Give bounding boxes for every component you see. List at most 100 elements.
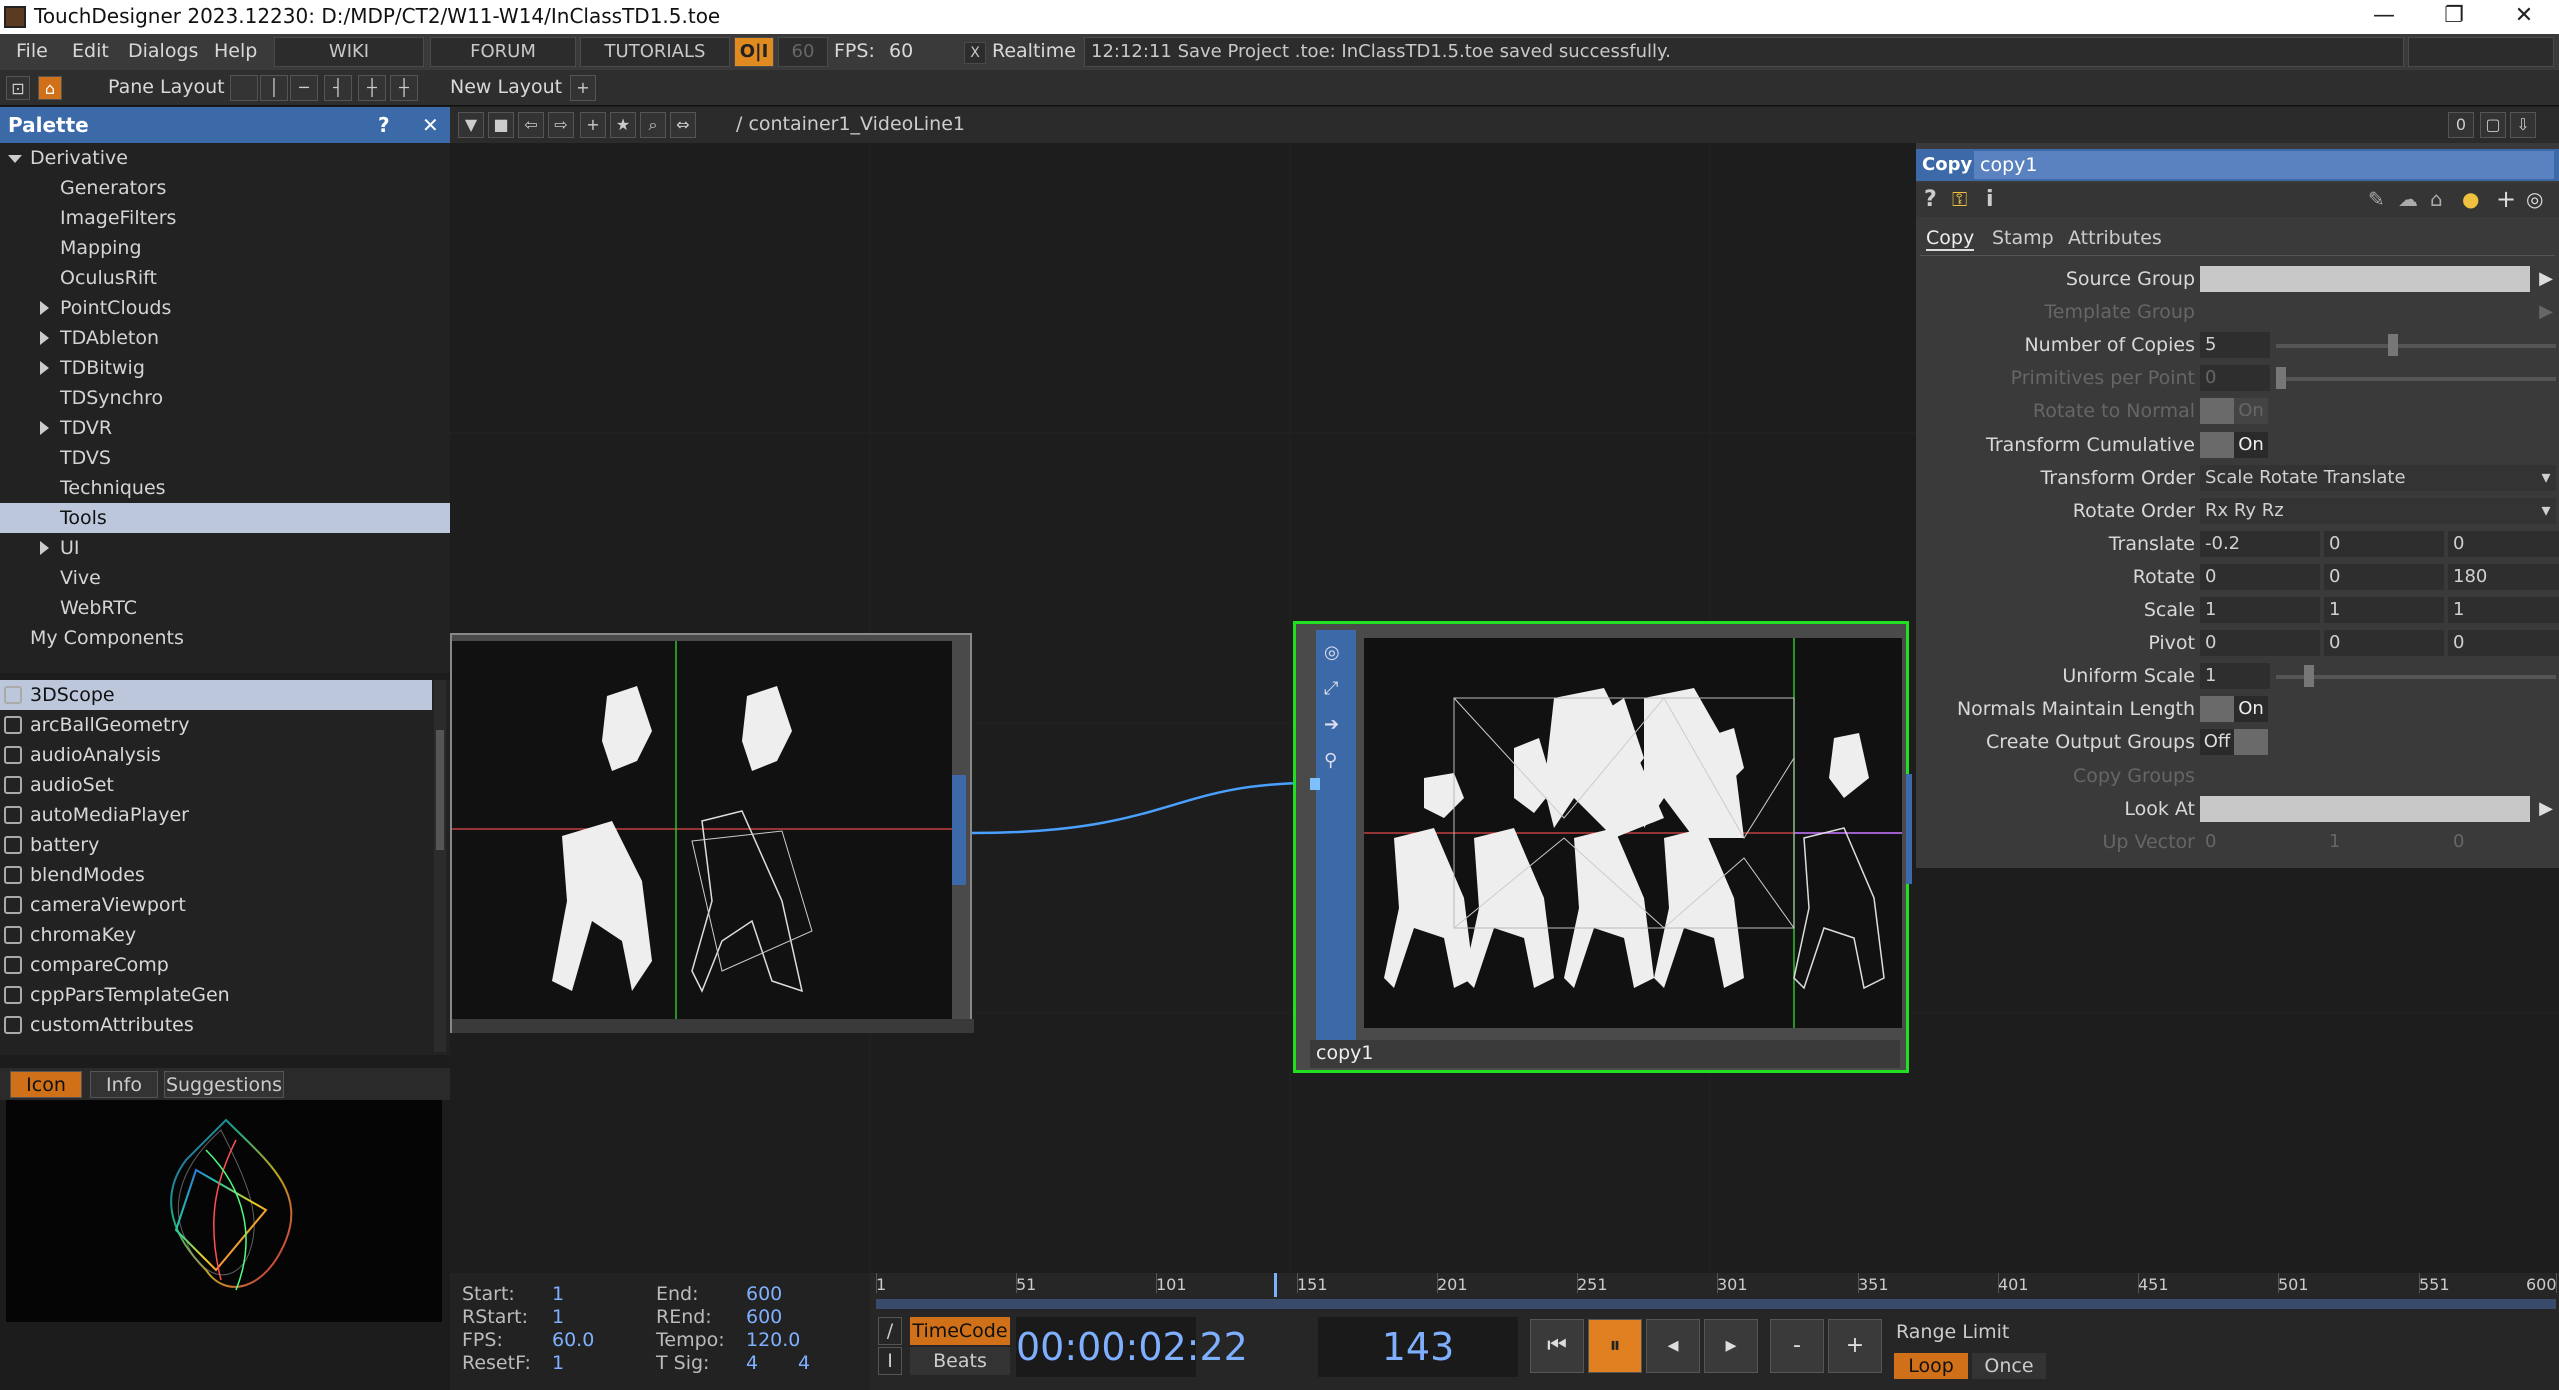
forum-button[interactable]: FORUM xyxy=(430,37,576,67)
end-value[interactable]: 600 xyxy=(746,1283,782,1305)
palette-close-button[interactable]: ✕ xyxy=(422,113,439,137)
once-button[interactable]: Once xyxy=(1972,1353,2046,1379)
palette-tree-item[interactable]: WebRTC xyxy=(0,593,450,623)
component-list-item[interactable]: blendModes xyxy=(0,860,432,890)
component-list-item[interactable]: audioSet xyxy=(0,770,432,800)
timecode-display[interactable]: 00:00:02:22 xyxy=(1016,1317,1248,1377)
palette-tree-item[interactable]: Generators xyxy=(0,173,450,203)
play-arrow-icon[interactable]: ▶ xyxy=(2536,299,2556,325)
param-field[interactable] xyxy=(2200,299,2530,325)
layout-quad2-icon[interactable]: ┼ xyxy=(390,75,418,101)
step-back-button[interactable]: ◂ xyxy=(1646,1319,1700,1373)
copy1-node[interactable]: ◎ ⤢ ➔ ⚲ copy1 xyxy=(1293,621,1912,1073)
layout-split-h-icon[interactable]: ─ xyxy=(290,75,318,101)
palette-tree-item[interactable]: Derivative xyxy=(0,143,450,173)
slider-track[interactable] xyxy=(2276,377,2556,381)
toggle-label[interactable]: On xyxy=(2234,696,2268,722)
new-layout-label[interactable]: New Layout xyxy=(450,76,562,98)
add-op-icon[interactable]: + xyxy=(580,112,606,138)
param-xyz-value[interactable]: 1 xyxy=(2200,597,2320,623)
layout-split-v-icon[interactable]: │ xyxy=(260,75,288,101)
comment-icon[interactable]: ☁ xyxy=(2398,187,2418,211)
tab-suggestions[interactable]: Suggestions xyxy=(164,1071,284,1098)
collapse-pane-icon[interactable]: ⇩ xyxy=(2510,112,2536,138)
tab-attributes[interactable]: Attributes xyxy=(2068,227,2162,249)
tab-copy[interactable]: Copy xyxy=(1926,227,1975,251)
palette-help-button[interactable]: ? xyxy=(378,113,390,137)
component-list-item[interactable]: battery xyxy=(0,830,432,860)
chevron-right-icon[interactable] xyxy=(40,331,49,345)
timeline-ruler[interactable]: 1 51 101 151 201 251 301 351 401 451 501 551 600 xyxy=(872,1273,2559,1313)
layout-quad-icon[interactable]: ┼ xyxy=(358,75,386,101)
toggle-label[interactable]: Off xyxy=(2200,729,2234,755)
palette-tree-item[interactable]: Techniques xyxy=(0,473,450,503)
component-list-item[interactable]: customAttributes xyxy=(0,1010,432,1040)
help-icon[interactable]: ? xyxy=(1924,187,1937,212)
start-value[interactable]: 1 xyxy=(552,1283,564,1305)
slower-button[interactable]: - xyxy=(1770,1319,1824,1373)
rewind-button[interactable]: ⏮ xyxy=(1530,1319,1584,1373)
stop-icon[interactable]: ■ xyxy=(488,112,514,138)
param-xyz-value[interactable]: 0 xyxy=(2200,630,2320,656)
forward-icon[interactable]: ⇨ xyxy=(548,112,574,138)
palette-tree-item[interactable]: TDSynchro xyxy=(0,383,450,413)
chevron-down-icon[interactable]: ▾ xyxy=(2536,465,2556,491)
maximize-pane-icon[interactable]: ▢ xyxy=(2480,112,2506,138)
display-flag-icon[interactable]: ➔ xyxy=(1324,714,1339,735)
loop-button[interactable]: Loop xyxy=(1894,1353,1968,1379)
tab-stamp[interactable]: Stamp xyxy=(1992,227,2054,249)
tsig-value-2[interactable]: 4 xyxy=(798,1352,810,1374)
slider-knob[interactable] xyxy=(2276,367,2286,389)
palette-tree-item[interactable]: OculusRift xyxy=(0,263,450,293)
tab-icon[interactable]: Icon xyxy=(10,1071,82,1098)
chevron-right-icon[interactable] xyxy=(40,541,49,555)
param-xyz-value[interactable]: 0 xyxy=(2324,531,2444,557)
realtime-checkbox[interactable]: X xyxy=(964,42,986,64)
component-list-item[interactable]: autoMediaPlayer xyxy=(0,800,432,830)
network-path[interactable]: / container1_VideoLine1 xyxy=(736,113,965,135)
param-xyz-value[interactable]: 180 xyxy=(2448,564,2559,590)
chevron-right-icon[interactable] xyxy=(40,361,49,375)
play-arrow-icon[interactable]: ▶ xyxy=(2536,796,2556,822)
param-xyz-value[interactable]: 0 xyxy=(2200,564,2320,590)
component-list-item[interactable]: compareComp xyxy=(0,950,432,980)
component-list-item[interactable]: cppParsTemplateGen xyxy=(0,980,432,1010)
bypass-icon[interactable]: ⤢ xyxy=(1324,678,1338,699)
component-list-item[interactable]: cameraViewport xyxy=(0,890,432,920)
palette-tree-item[interactable]: UI xyxy=(0,533,450,563)
palette-tree-item[interactable]: My Components xyxy=(0,623,450,653)
slider-knob[interactable] xyxy=(2388,334,2398,356)
network-menu-icon[interactable]: ▼ xyxy=(458,112,484,138)
palette-tree-item[interactable]: Vive xyxy=(0,563,450,593)
play-arrow-icon[interactable]: ▶ xyxy=(2536,266,2556,292)
rend-value[interactable]: 600 xyxy=(746,1306,782,1328)
bookmark-icon[interactable]: ★ xyxy=(610,112,636,138)
op-name-field[interactable]: copy1 xyxy=(1974,151,2554,179)
menu-edit[interactable]: Edit xyxy=(72,40,109,62)
param-menu[interactable]: Rx Ry Rz xyxy=(2200,498,2556,524)
menu-help[interactable]: Help xyxy=(214,40,257,62)
wiki-button[interactable]: WIKI xyxy=(274,37,424,67)
slider-knob[interactable] xyxy=(2304,665,2314,687)
palette-tree-item[interactable]: ImageFilters xyxy=(0,203,450,233)
param-xyz-value[interactable]: 0 xyxy=(2448,531,2559,557)
add-param-icon[interactable]: + xyxy=(2496,185,2516,213)
oi-toggle[interactable]: O|I xyxy=(734,37,774,67)
tag-icon[interactable]: ⌂ xyxy=(2430,187,2443,211)
info-icon[interactable]: i xyxy=(1986,187,1994,212)
restore-button[interactable]: ❐ xyxy=(2419,0,2489,34)
python-help-icon[interactable]: ⚿ xyxy=(1952,187,1967,211)
chevron-right-icon[interactable] xyxy=(40,421,49,435)
tutorials-button[interactable]: TUTORIALS xyxy=(580,37,730,67)
param-value[interactable]: 5 xyxy=(2200,332,2270,358)
param-value[interactable]: 0 xyxy=(2200,365,2270,391)
chevron-right-icon[interactable] xyxy=(40,301,49,315)
menu-dialogs[interactable]: Dialogs xyxy=(128,40,198,62)
palette-tree-item[interactable]: PointClouds xyxy=(0,293,450,323)
tab-info[interactable]: Info xyxy=(90,1071,158,1098)
resetf-value[interactable]: 1 xyxy=(552,1352,564,1374)
toggle-label[interactable]: On xyxy=(2234,432,2268,458)
param-menu[interactable]: Scale Rotate Translate xyxy=(2200,465,2556,491)
param-xyz-value[interactable]: 0 xyxy=(2200,829,2320,855)
fps-value-tl[interactable]: 60.0 xyxy=(552,1329,594,1351)
